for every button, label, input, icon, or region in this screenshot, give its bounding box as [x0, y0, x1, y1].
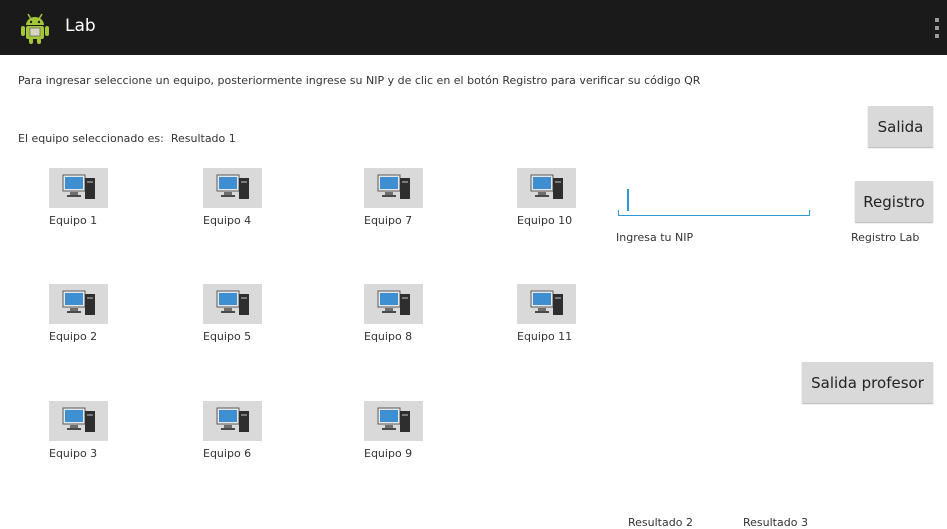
equipo-5: Equipo 5 — [203, 284, 265, 343]
action-bar: Lab — [0, 0, 947, 55]
equipo-9: Equipo 9 — [364, 401, 426, 460]
equipo-label: Equipo 3 — [49, 447, 98, 460]
equipo-button[interactable] — [364, 284, 423, 324]
overflow-menu-icon[interactable] — [935, 18, 939, 38]
selected-equipment: El equipo seleccionado es: Resultado 1 — [18, 132, 236, 145]
app-title: Lab — [65, 16, 96, 36]
equipo-button[interactable] — [203, 284, 262, 324]
equipo-button[interactable] — [203, 168, 262, 208]
equipo-button[interactable] — [49, 284, 108, 324]
equipo-4: Equipo 4 — [203, 168, 265, 227]
equipo-button[interactable] — [203, 401, 262, 441]
resultado-2-label: Resultado 2 — [628, 516, 693, 529]
equipo-button[interactable] — [517, 168, 576, 208]
equipo-7: Equipo 7 — [364, 168, 426, 227]
resultado-3-label: Resultado 3 — [743, 516, 808, 529]
nip-underline — [618, 215, 810, 216]
nip-field[interactable] — [618, 188, 812, 218]
equipo-2: Equipo 2 — [49, 284, 111, 343]
nip-input[interactable] — [622, 188, 812, 216]
equipo-label: Equipo 5 — [203, 330, 252, 343]
equipo-label: Equipo 10 — [517, 214, 573, 227]
computer-icon — [377, 406, 411, 437]
equipo-label: Equipo 11 — [517, 330, 573, 343]
equipo-button[interactable] — [364, 401, 423, 441]
nip-label: Ingresa tu NIP — [616, 231, 694, 244]
computer-icon — [530, 289, 564, 320]
computer-icon — [216, 406, 250, 437]
equipo-3: Equipo 3 — [49, 401, 111, 460]
computer-icon — [62, 406, 96, 437]
equipo-label: Equipo 6 — [203, 447, 252, 460]
computer-icon — [62, 173, 96, 204]
salida-profesor-button[interactable]: Salida profesor — [802, 362, 933, 403]
equipo-label: Equipo 2 — [49, 330, 98, 343]
android-icon[interactable] — [20, 12, 50, 44]
equipo-button[interactable] — [517, 284, 576, 324]
equipo-label: Equipo 4 — [203, 214, 252, 227]
registro-lab-label: Registro Lab — [851, 231, 920, 244]
equipo-label: Equipo 9 — [364, 447, 413, 460]
equipo-8: Equipo 8 — [364, 284, 426, 343]
computer-icon — [216, 173, 250, 204]
instructions-text: Para ingresar seleccione un equipo, post… — [18, 74, 701, 87]
equipo-label: Equipo 7 — [364, 214, 413, 227]
equipo-6: Equipo 6 — [203, 401, 265, 460]
computer-icon — [377, 289, 411, 320]
selected-equipment-label: El equipo seleccionado es: — [18, 132, 164, 145]
salida-button[interactable]: Salida — [868, 106, 933, 147]
equipo-label: Equipo 8 — [364, 330, 413, 343]
equipo-button[interactable] — [49, 401, 108, 441]
equipo-10: Equipo 10 — [517, 168, 579, 227]
computer-icon — [62, 289, 96, 320]
equipo-11: Equipo 11 — [517, 284, 579, 343]
equipo-button[interactable] — [364, 168, 423, 208]
selected-equipment-value: Resultado 1 — [170, 132, 236, 145]
computer-icon — [377, 173, 411, 204]
text-cursor — [627, 189, 629, 211]
equipo-label: Equipo 1 — [49, 214, 98, 227]
computer-icon — [530, 173, 564, 204]
computer-icon — [216, 289, 250, 320]
registro-button[interactable]: Registro — [855, 181, 933, 222]
equipo-button[interactable] — [49, 168, 108, 208]
equipo-1: Equipo 1 — [49, 168, 111, 227]
